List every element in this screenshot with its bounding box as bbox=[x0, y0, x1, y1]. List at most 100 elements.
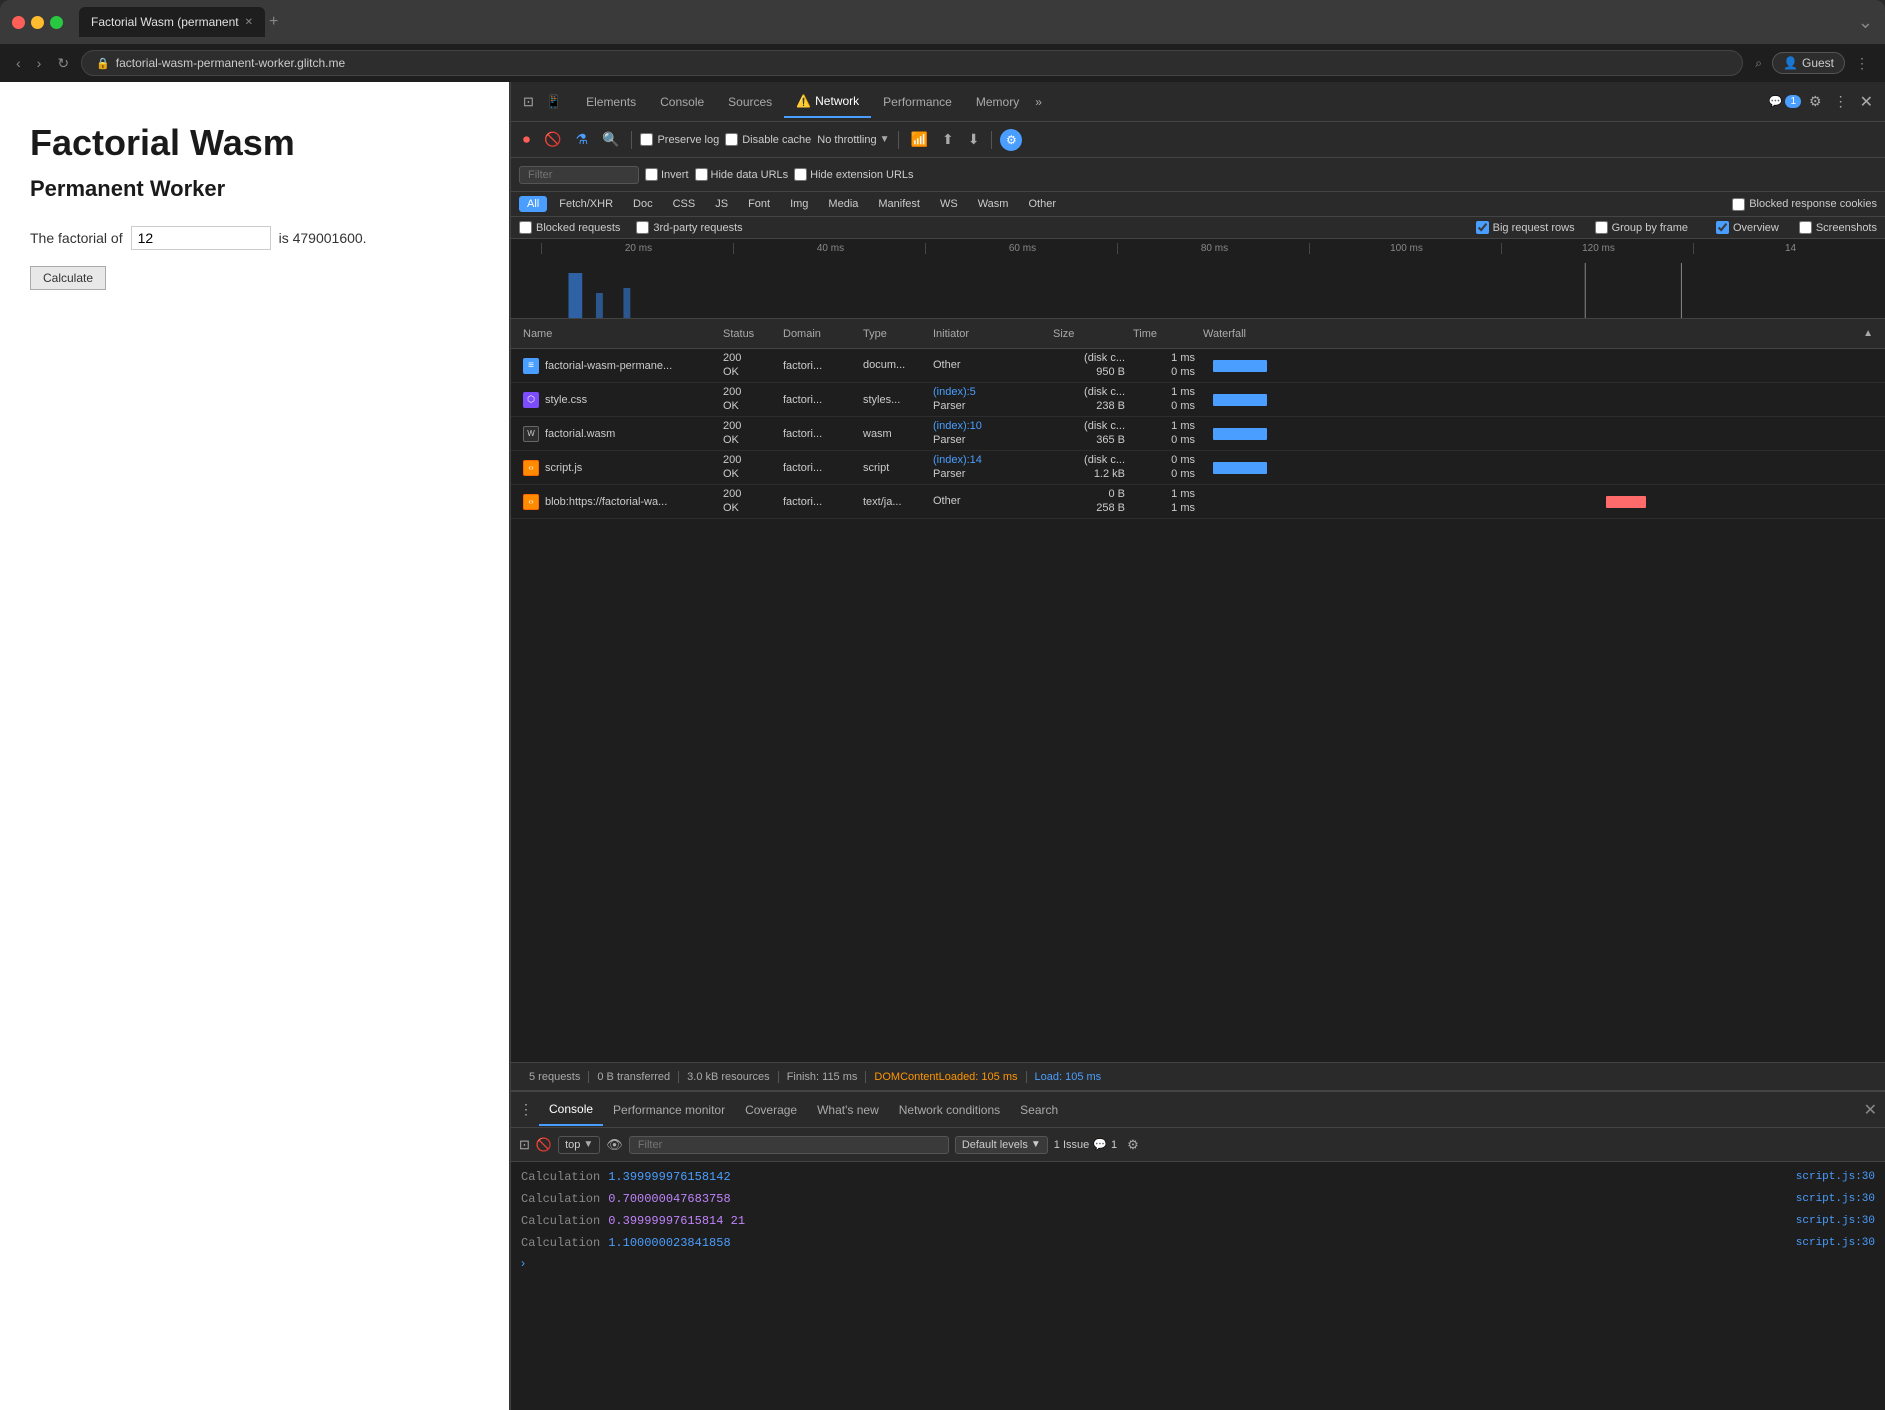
type-filter-doc[interactable]: Doc bbox=[625, 196, 661, 212]
type-filter-css[interactable]: CSS bbox=[665, 196, 704, 212]
zoom-button[interactable]: ⌕ bbox=[1751, 54, 1766, 73]
back-button[interactable]: ‹ bbox=[12, 53, 25, 73]
console-tab-perf-monitor[interactable]: Performance monitor bbox=[603, 1095, 735, 1125]
invert-checkbox[interactable] bbox=[645, 168, 658, 181]
console-tab-console[interactable]: Console bbox=[539, 1094, 603, 1126]
th-domain[interactable]: Domain bbox=[779, 328, 859, 340]
active-tab[interactable]: Factorial Wasm (permanent ✕ bbox=[79, 7, 265, 37]
clear-button[interactable]: 🚫 bbox=[540, 129, 565, 150]
disable-cache-label[interactable]: Disable cache bbox=[725, 133, 811, 146]
eye-icon[interactable]: 👁 bbox=[606, 1137, 623, 1153]
console-menu-icon[interactable]: ⋮ bbox=[519, 1101, 533, 1118]
filter-icon[interactable]: ⚗ bbox=[571, 129, 592, 150]
type-filter-all[interactable]: All bbox=[519, 196, 547, 212]
forward-button[interactable]: › bbox=[33, 53, 46, 73]
table-row[interactable]: ‹› script.js 200 OK factori... script (i… bbox=[511, 451, 1885, 485]
blocked-cookies-checkbox[interactable] bbox=[1732, 198, 1745, 211]
invert-label[interactable]: Invert bbox=[645, 168, 689, 181]
blocked-requests-checkbox[interactable] bbox=[519, 221, 532, 234]
more-button[interactable]: ⋮ bbox=[1851, 53, 1873, 74]
network-settings-icon[interactable]: ⚙ bbox=[1000, 129, 1022, 151]
url-bar[interactable]: 🔒 factorial-wasm-permanent-worker.glitch… bbox=[81, 50, 1743, 76]
type-filter-ws[interactable]: WS bbox=[932, 196, 966, 212]
blocked-requests-label[interactable]: Blocked requests bbox=[519, 221, 620, 234]
group-by-frame-label[interactable]: Group by frame bbox=[1595, 221, 1688, 234]
big-request-rows-label[interactable]: Big request rows bbox=[1476, 221, 1575, 234]
calculate-button[interactable]: Calculate bbox=[30, 266, 106, 290]
issues-indicator[interactable]: 💬 1 bbox=[1769, 95, 1801, 108]
default-levels-button[interactable]: Default levels ▼ bbox=[955, 1136, 1048, 1154]
preserve-log-checkbox[interactable] bbox=[640, 133, 653, 146]
wifi-icon[interactable]: 📶 bbox=[907, 129, 932, 150]
type-filter-img[interactable]: Img bbox=[782, 196, 816, 212]
type-filter-manifest[interactable]: Manifest bbox=[870, 196, 928, 212]
hide-data-urls-label[interactable]: Hide data URLs bbox=[695, 168, 789, 181]
tab-elements[interactable]: Elements bbox=[574, 87, 648, 117]
filter-input[interactable] bbox=[519, 166, 639, 184]
th-waterfall[interactable]: Waterfall ▲ bbox=[1199, 328, 1877, 340]
download-icon[interactable]: ⬇ bbox=[964, 129, 984, 150]
console-tab-network-conditions[interactable]: Network conditions bbox=[889, 1095, 1010, 1125]
third-party-checkbox[interactable] bbox=[636, 221, 649, 234]
console-tab-search[interactable]: Search bbox=[1010, 1095, 1068, 1125]
table-row[interactable]: W factorial.wasm 200 OK factori... wasm … bbox=[511, 417, 1885, 451]
device-icon[interactable]: 📱 bbox=[542, 90, 566, 114]
disable-cache-checkbox[interactable] bbox=[725, 133, 738, 146]
console-tab-coverage[interactable]: Coverage bbox=[735, 1095, 807, 1125]
preserve-log-label[interactable]: Preserve log bbox=[640, 133, 719, 146]
screenshots-label[interactable]: Screenshots bbox=[1799, 221, 1877, 234]
factorial-input[interactable] bbox=[131, 226, 271, 250]
type-filter-media[interactable]: Media bbox=[820, 196, 866, 212]
overview-checkbox[interactable] bbox=[1716, 221, 1729, 234]
type-filter-fetchxhr[interactable]: Fetch/XHR bbox=[551, 196, 621, 212]
maximize-button[interactable] bbox=[50, 16, 63, 29]
type-filter-js[interactable]: JS bbox=[707, 196, 736, 212]
tab-console[interactable]: Console bbox=[648, 87, 716, 117]
upload-icon[interactable]: ⬆ bbox=[938, 129, 958, 150]
th-initiator[interactable]: Initiator bbox=[929, 328, 1049, 340]
table-row[interactable]: ‹› blob:https://factorial-wa... 200 OK f… bbox=[511, 485, 1885, 519]
close-button[interactable] bbox=[12, 16, 25, 29]
new-tab-button[interactable]: + bbox=[269, 13, 278, 31]
reload-button[interactable]: ↻ bbox=[53, 53, 73, 74]
throttling-selector[interactable]: No throttling ▼ bbox=[817, 134, 889, 146]
hide-extension-urls-checkbox[interactable] bbox=[794, 168, 807, 181]
more-tabs-icon[interactable]: » bbox=[1031, 91, 1046, 113]
search-icon[interactable]: 🔍 bbox=[598, 129, 623, 150]
console-clear-icon[interactable]: 🚫 bbox=[536, 1137, 552, 1153]
type-filter-other[interactable]: Other bbox=[1020, 196, 1064, 212]
type-filter-font[interactable]: Font bbox=[740, 196, 778, 212]
table-row[interactable]: ⬡ style.css 200 OK factori... styles... … bbox=[511, 383, 1885, 417]
hide-extension-urls-label[interactable]: Hide extension URLs bbox=[794, 168, 913, 181]
console-sidebar-icon[interactable]: ⊡ bbox=[519, 1137, 530, 1153]
big-rows-checkbox[interactable] bbox=[1476, 221, 1489, 234]
blocked-response-cookies-label[interactable]: Blocked response cookies bbox=[1732, 198, 1877, 211]
screenshots-checkbox[interactable] bbox=[1799, 221, 1812, 234]
hide-data-urls-checkbox[interactable] bbox=[695, 168, 708, 181]
table-row[interactable]: ≡ factorial-wasm-permane... 200 OK facto… bbox=[511, 349, 1885, 383]
tab-memory[interactable]: Memory bbox=[964, 87, 1031, 117]
th-type[interactable]: Type bbox=[859, 328, 929, 340]
tab-close-icon[interactable]: ✕ bbox=[245, 17, 253, 28]
record-button[interactable]: ⏺ bbox=[519, 129, 534, 150]
th-time[interactable]: Time bbox=[1129, 328, 1199, 340]
issues-count-badge[interactable]: 1 Issue 💬 1 bbox=[1054, 1138, 1117, 1151]
third-party-requests-label[interactable]: 3rd-party requests bbox=[636, 221, 742, 234]
guest-button[interactable]: 👤 Guest bbox=[1772, 52, 1845, 74]
network-table[interactable]: ≡ factorial-wasm-permane... 200 OK facto… bbox=[511, 349, 1885, 1062]
th-name[interactable]: Name bbox=[519, 328, 719, 340]
context-selector[interactable]: top ▼ bbox=[558, 1136, 600, 1154]
th-status[interactable]: Status bbox=[719, 328, 779, 340]
th-size[interactable]: Size bbox=[1049, 328, 1129, 340]
minimize-button[interactable] bbox=[31, 16, 44, 29]
chevron-down-icon[interactable]: ⌄ bbox=[1858, 12, 1873, 33]
console-close-icon[interactable]: ✕ bbox=[1864, 1100, 1877, 1120]
tab-performance[interactable]: Performance bbox=[871, 87, 964, 117]
devtools-close-icon[interactable]: ✕ bbox=[1856, 88, 1877, 116]
console-filter-input[interactable] bbox=[629, 1136, 949, 1154]
inspect-icon[interactable]: ⊡ bbox=[519, 90, 538, 114]
console-expand-arrow[interactable]: › bbox=[511, 1254, 1885, 1272]
tab-network[interactable]: ⚠️ Network bbox=[784, 86, 871, 118]
console-settings-icon[interactable]: ⚙ bbox=[1127, 1137, 1139, 1153]
devtools-more-icon[interactable]: ⋮ bbox=[1830, 89, 1852, 114]
